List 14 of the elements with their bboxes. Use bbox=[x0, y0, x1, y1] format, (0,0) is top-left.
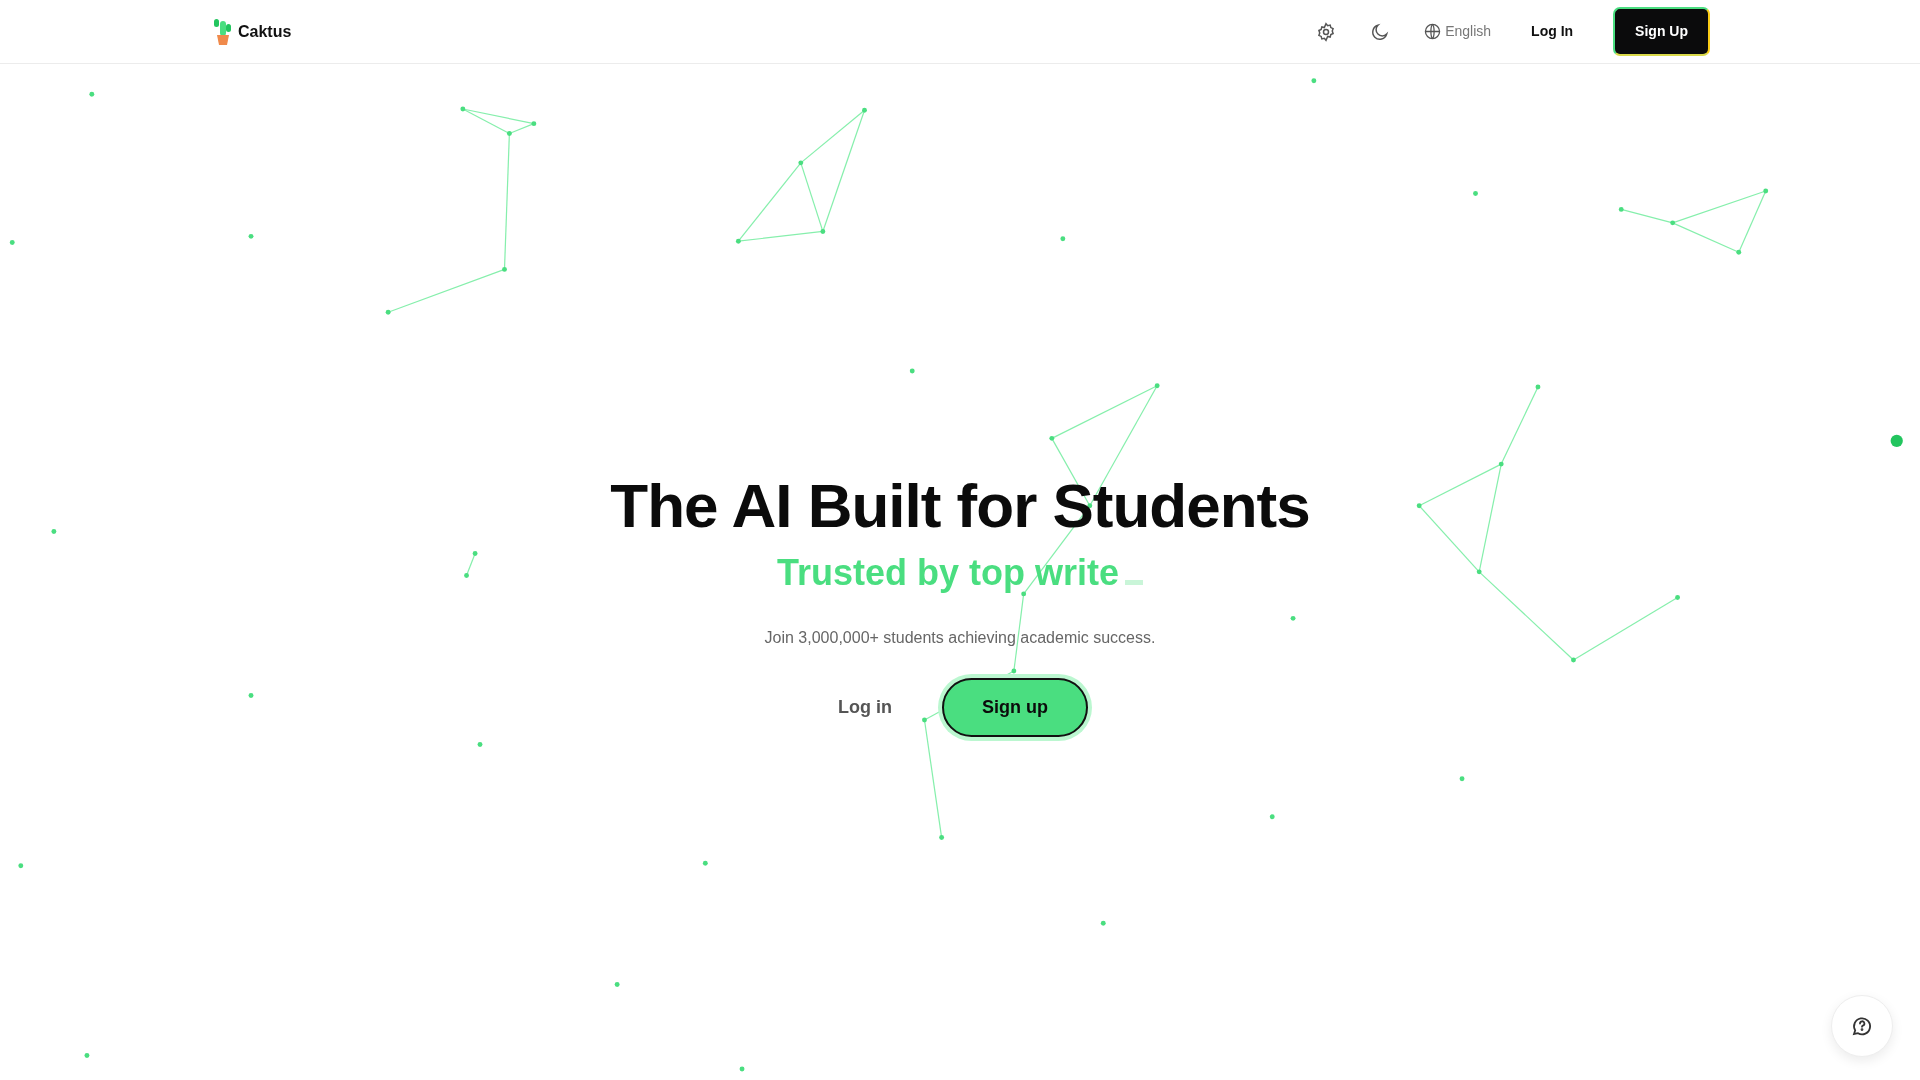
hero-heading: The AI Built for Students bbox=[609, 472, 1311, 541]
brand-name[interactable]: Caktus bbox=[238, 19, 292, 44]
globe-icon[interactable] bbox=[1424, 23, 1442, 40]
typing-cursor bbox=[1125, 580, 1143, 586]
login-link[interactable]: Log In bbox=[1525, 20, 1580, 43]
language-selector[interactable]: English bbox=[1445, 21, 1492, 42]
typed-tagline: Trusted by top write bbox=[776, 552, 1119, 594]
cactus-logo-icon bbox=[212, 17, 234, 46]
settings-icon[interactable] bbox=[1316, 21, 1337, 42]
login-link[interactable]: Log in bbox=[832, 693, 898, 723]
signup-button[interactable]: Sign Up bbox=[1613, 7, 1710, 56]
help-chat-icon bbox=[1850, 1014, 1874, 1038]
moon-icon[interactable] bbox=[1370, 21, 1391, 42]
hero-subtitle: Join 3,000,000+ students achieving academic success. bbox=[764, 629, 1156, 647]
